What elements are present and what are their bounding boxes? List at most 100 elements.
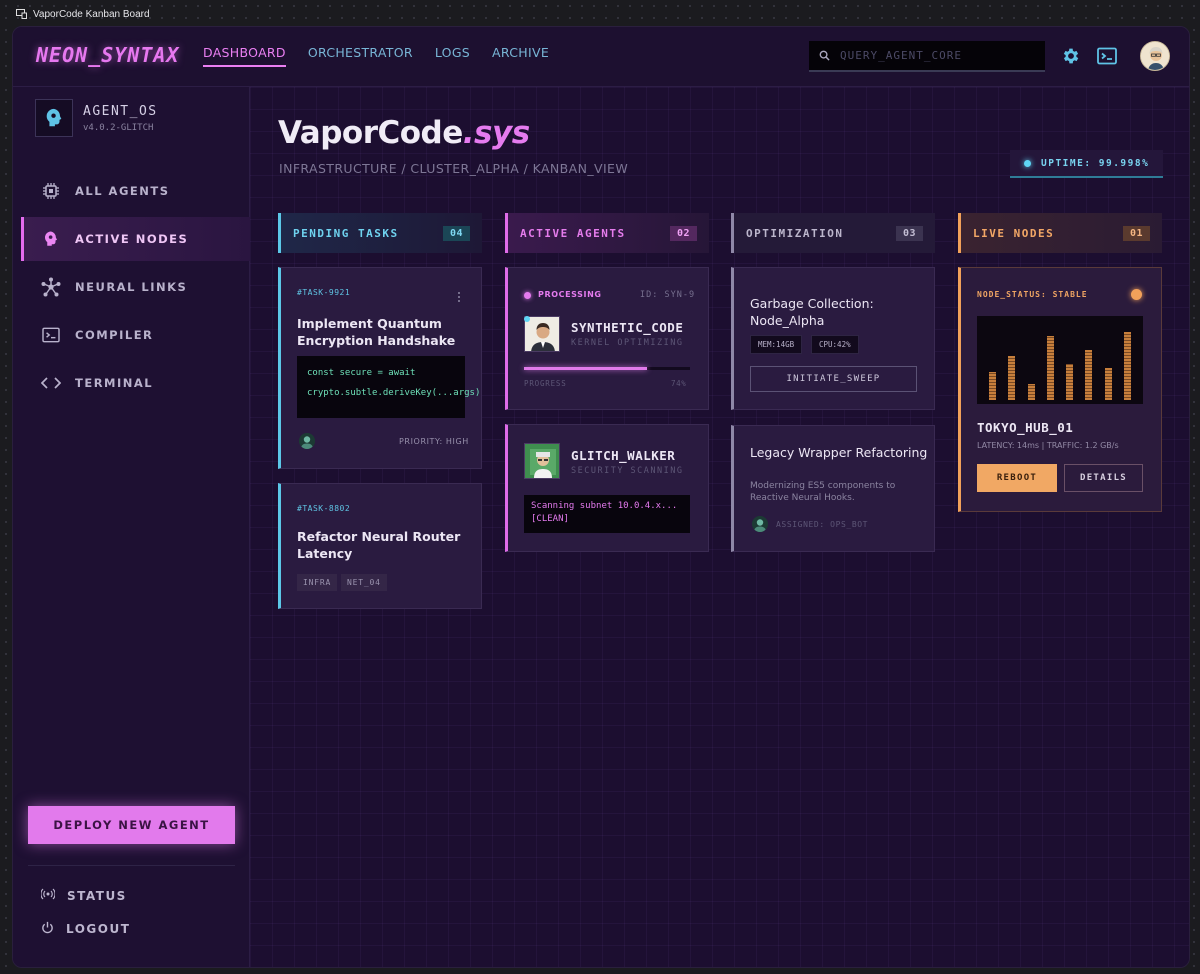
column-header-live: LIVE NODES 01 xyxy=(958,213,1162,253)
uptime-badge: UPTIME: 99.998% xyxy=(1010,150,1163,178)
task-tag: NET_04 xyxy=(341,574,387,591)
traffic-bar xyxy=(1066,364,1074,400)
traffic-bar xyxy=(1085,350,1093,400)
progress-value: 74% xyxy=(671,379,687,388)
sidebar: AGENT_OS v4.0.2-GLITCH ALL AGENTS ACTIVE… xyxy=(13,87,250,967)
page-title-name: VaporCode xyxy=(278,115,463,151)
column-count: 04 xyxy=(442,225,470,241)
search-input[interactable] xyxy=(840,49,1030,62)
sidebar-status-link[interactable]: STATUS xyxy=(40,888,127,903)
details-button[interactable]: DETAILS xyxy=(1064,464,1143,492)
node-stats: LATENCY: 14ms | TRAFFIC: 1.2 GB/s xyxy=(977,441,1119,450)
processing-dot-icon xyxy=(524,292,531,299)
cpu-chip: CPU:42% xyxy=(811,335,859,354)
code-line: crypto.subtle.deriveKey(...args) xyxy=(307,388,481,398)
sidebar-item-label: ALL AGENTS xyxy=(75,184,170,198)
traffic-bar xyxy=(1104,368,1112,400)
nav-orchestrator[interactable]: ORCHESTRATOR xyxy=(308,45,413,67)
node-status-dot-icon xyxy=(1131,289,1142,300)
assignee-avatar xyxy=(299,433,315,449)
status-dot-icon xyxy=(1024,159,1031,167)
logout-label: LOGOUT xyxy=(66,922,131,936)
reboot-button[interactable]: REBOOT xyxy=(977,464,1057,492)
code-line: const secure = await xyxy=(307,368,416,378)
os-title: AGENT_OS xyxy=(83,104,158,119)
gear-icon[interactable] xyxy=(1060,45,1082,67)
search-icon xyxy=(819,46,830,65)
chip-icon xyxy=(41,181,61,201)
node-name: TOKYO_HUB_01 xyxy=(977,420,1074,435)
opt-card-legacy-wrapper[interactable]: Legacy Wrapper Refactoring Modernizing E… xyxy=(731,425,935,552)
column-title: LIVE NODES xyxy=(973,226,1055,240)
node-status: NODE_STATUS: STABLE xyxy=(977,290,1088,299)
sidebar-item-terminal[interactable]: TERMINAL xyxy=(21,361,250,405)
opt-card-garbage-collection[interactable]: Garbage Collection: Node_Alpha MEM:14GB … xyxy=(731,267,935,410)
main-nav: DASHBOARD ORCHESTRATOR LOGS ARCHIVE xyxy=(203,45,549,67)
agent-card-synthetic-code[interactable]: PROCESSING ID: SYN-9 SYNTHETIC_CODE KERN… xyxy=(505,267,709,410)
column-title: OPTIMIZATION xyxy=(746,226,844,240)
agent-avatar xyxy=(524,316,560,352)
mem-chip: MEM:14GB xyxy=(750,335,803,354)
nav-archive[interactable]: ARCHIVE xyxy=(492,45,549,67)
column-title: PENDING TASKS xyxy=(293,226,399,240)
column-count: 02 xyxy=(669,225,697,241)
opt-description: Modernizing ES5 components to Reactive N… xyxy=(750,481,896,503)
breadcrumb: INFRASTRUCTURE / CLUSTER_ALPHA / KANBAN_… xyxy=(279,161,629,176)
live-node-card[interactable]: NODE_STATUS: STABLE TOKYO_HUB_01 LATENCY… xyxy=(958,267,1162,512)
deploy-new-agent-button[interactable]: DEPLOY NEW AGENT xyxy=(28,806,235,844)
node-traffic-chart xyxy=(977,316,1143,404)
page-title-ext: .sys xyxy=(462,115,530,151)
sidebar-item-compiler[interactable]: COMPILER xyxy=(21,313,250,357)
brain-icon xyxy=(41,229,61,249)
nav-logs[interactable]: LOGS xyxy=(435,45,470,67)
task-tag: INFRA xyxy=(297,574,338,591)
user-avatar[interactable] xyxy=(1140,41,1170,71)
task-card-8802[interactable]: #TASK-8802 Refactor Neural Router Latenc… xyxy=(278,483,482,609)
column-count: 03 xyxy=(895,225,923,241)
terminal-icon xyxy=(41,325,61,345)
initiate-sweep-button[interactable]: INITIATE_SWEEP xyxy=(750,366,917,392)
app-window: NEON_SYNTAX DASHBOARD ORCHESTRATOR LOGS … xyxy=(12,26,1190,968)
opt-title: Legacy Wrapper Refactoring xyxy=(750,445,928,460)
processing-status: PROCESSING xyxy=(538,290,602,299)
column-count: 01 xyxy=(1122,225,1150,241)
sidebar-divider xyxy=(28,865,235,866)
main-content: VaporCode.sys INFRASTRUCTURE / CLUSTER_A… xyxy=(250,87,1189,967)
power-icon xyxy=(41,921,54,937)
assignee-avatar xyxy=(752,516,768,532)
agent-name: SYNTHETIC_CODE xyxy=(571,320,684,335)
network-icon xyxy=(41,277,61,297)
column-header-optimization: OPTIMIZATION 03 xyxy=(731,213,935,253)
sidebar-item-label: NEURAL LINKS xyxy=(75,280,188,294)
window-app-icon xyxy=(16,9,27,19)
sidebar-item-label: TERMINAL xyxy=(75,376,154,390)
online-dot-icon xyxy=(524,316,530,322)
sidebar-logout-link[interactable]: LOGOUT xyxy=(41,921,130,937)
agent-task: SECURITY SCANNING xyxy=(571,466,684,476)
nav-dashboard[interactable]: DASHBOARD xyxy=(203,45,286,67)
agent-avatar xyxy=(524,443,560,479)
sidebar-item-label: ACTIVE NODES xyxy=(75,232,189,246)
sidebar-item-all-agents[interactable]: ALL AGENTS xyxy=(21,169,250,213)
progress-fill xyxy=(524,367,647,370)
task-card-9921[interactable]: #TASK-9921 Implement Quantum Encryption … xyxy=(278,267,482,469)
traffic-bar xyxy=(989,372,997,400)
traffic-bar xyxy=(1008,356,1016,400)
task-title: Implement Quantum Encryption Handshake xyxy=(297,316,456,348)
window-title: VaporCode Kanban Board xyxy=(33,8,150,20)
agent-name: GLITCH_WALKER xyxy=(571,448,676,463)
status-label: STATUS xyxy=(67,888,127,903)
agent-card-glitch-walker[interactable]: GLITCH_WALKER SECURITY SCANNING Scanning… xyxy=(505,424,709,552)
sidebar-item-active-nodes[interactable]: ACTIVE NODES xyxy=(21,217,250,261)
progress-label: PROGRESS xyxy=(524,379,567,388)
sidebar-item-neural-links[interactable]: NEURAL LINKS xyxy=(21,265,250,309)
code-snippet: const secure = await crypto.subtle.deriv… xyxy=(297,356,481,418)
window-caption: VaporCode Kanban Board xyxy=(16,6,150,22)
agent-progress-bar xyxy=(524,367,690,370)
terminal-icon[interactable] xyxy=(1096,45,1118,67)
code-icon xyxy=(41,373,61,393)
more-options-icon[interactable] xyxy=(457,288,461,307)
brand-logo[interactable]: NEON_SYNTAX xyxy=(36,43,179,67)
assigned-label: ASSIGNED: OPS_BOT xyxy=(776,520,869,529)
priority-label: PRIORITY: HIGH xyxy=(399,437,469,446)
